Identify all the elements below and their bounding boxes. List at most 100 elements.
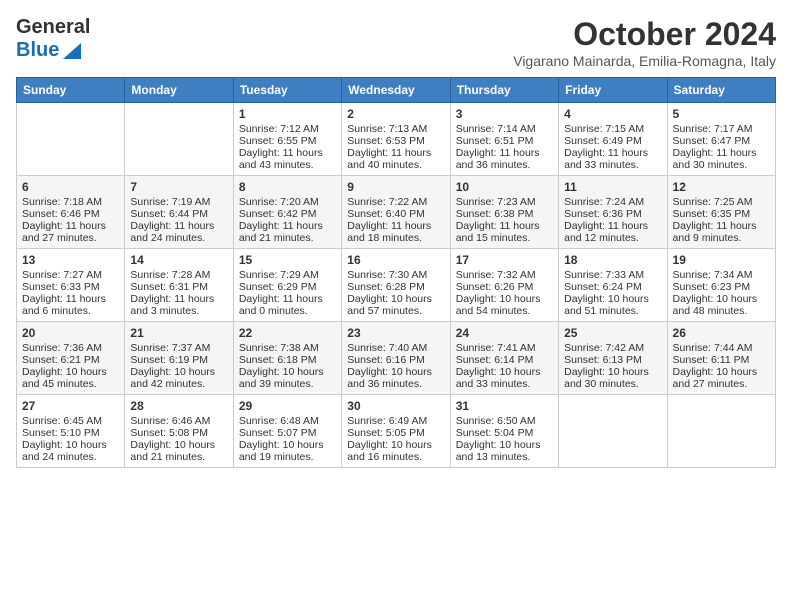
day-info: Sunrise: 7:13 AM	[347, 123, 444, 135]
page-header: General Blue October 2024 Vigarano Maina…	[16, 16, 776, 69]
day-info: Daylight: 11 hours and 15 minutes.	[456, 220, 553, 244]
day-info: Sunrise: 7:36 AM	[22, 342, 119, 354]
day-cell: 31Sunrise: 6:50 AMSunset: 5:04 PMDayligh…	[450, 395, 558, 468]
day-cell: 29Sunrise: 6:48 AMSunset: 5:07 PMDayligh…	[233, 395, 341, 468]
day-info: Sunset: 6:40 PM	[347, 208, 444, 220]
day-info: Daylight: 11 hours and 33 minutes.	[564, 147, 661, 171]
day-number: 7	[130, 180, 227, 194]
day-info: Sunrise: 6:45 AM	[22, 415, 119, 427]
day-number: 16	[347, 253, 444, 267]
day-number: 25	[564, 326, 661, 340]
day-cell: 3Sunrise: 7:14 AMSunset: 6:51 PMDaylight…	[450, 103, 558, 176]
day-cell: 8Sunrise: 7:20 AMSunset: 6:42 PMDaylight…	[233, 176, 341, 249]
day-number: 28	[130, 399, 227, 413]
header-cell-saturday: Saturday	[667, 78, 775, 103]
day-info: Daylight: 11 hours and 24 minutes.	[130, 220, 227, 244]
day-info: Sunrise: 7:17 AM	[673, 123, 770, 135]
day-info: Sunrise: 7:20 AM	[239, 196, 336, 208]
day-number: 24	[456, 326, 553, 340]
week-row-1: 1Sunrise: 7:12 AMSunset: 6:55 PMDaylight…	[17, 103, 776, 176]
day-info: Sunset: 6:11 PM	[673, 354, 770, 366]
day-info: Sunrise: 7:40 AM	[347, 342, 444, 354]
day-info: Sunset: 6:19 PM	[130, 354, 227, 366]
day-number: 12	[673, 180, 770, 194]
day-number: 17	[456, 253, 553, 267]
logo-blue: Blue	[16, 39, 59, 62]
day-info: Daylight: 11 hours and 12 minutes.	[564, 220, 661, 244]
day-info: Sunrise: 7:19 AM	[130, 196, 227, 208]
week-row-2: 6Sunrise: 7:18 AMSunset: 6:46 PMDaylight…	[17, 176, 776, 249]
day-info: Sunset: 6:28 PM	[347, 281, 444, 293]
day-info: Daylight: 10 hours and 48 minutes.	[673, 293, 770, 317]
day-cell	[125, 103, 233, 176]
day-info: Daylight: 11 hours and 27 minutes.	[22, 220, 119, 244]
header-row: SundayMondayTuesdayWednesdayThursdayFrid…	[17, 78, 776, 103]
day-info: Sunset: 6:53 PM	[347, 135, 444, 147]
day-info: Daylight: 10 hours and 13 minutes.	[456, 439, 553, 463]
day-number: 14	[130, 253, 227, 267]
day-info: Sunset: 5:08 PM	[130, 427, 227, 439]
day-info: Daylight: 11 hours and 36 minutes.	[456, 147, 553, 171]
day-info: Sunrise: 6:46 AM	[130, 415, 227, 427]
day-info: Sunrise: 7:28 AM	[130, 269, 227, 281]
day-cell	[559, 395, 667, 468]
day-info: Sunrise: 7:24 AM	[564, 196, 661, 208]
day-number: 8	[239, 180, 336, 194]
day-cell: 1Sunrise: 7:12 AMSunset: 6:55 PMDaylight…	[233, 103, 341, 176]
day-info: Sunrise: 7:12 AM	[239, 123, 336, 135]
day-number: 29	[239, 399, 336, 413]
day-info: Daylight: 11 hours and 3 minutes.	[130, 293, 227, 317]
day-info: Daylight: 11 hours and 43 minutes.	[239, 147, 336, 171]
location: Vigarano Mainarda, Emilia-Romagna, Italy	[513, 53, 776, 69]
day-number: 2	[347, 107, 444, 121]
day-info: Sunrise: 6:50 AM	[456, 415, 553, 427]
day-info: Sunrise: 7:22 AM	[347, 196, 444, 208]
day-cell: 19Sunrise: 7:34 AMSunset: 6:23 PMDayligh…	[667, 249, 775, 322]
day-info: Sunrise: 7:42 AM	[564, 342, 661, 354]
day-cell: 23Sunrise: 7:40 AMSunset: 6:16 PMDayligh…	[342, 322, 450, 395]
day-number: 19	[673, 253, 770, 267]
day-info: Sunrise: 7:18 AM	[22, 196, 119, 208]
day-number: 30	[347, 399, 444, 413]
day-cell: 18Sunrise: 7:33 AMSunset: 6:24 PMDayligh…	[559, 249, 667, 322]
day-cell: 11Sunrise: 7:24 AMSunset: 6:36 PMDayligh…	[559, 176, 667, 249]
day-info: Sunrise: 6:48 AM	[239, 415, 336, 427]
week-row-3: 13Sunrise: 7:27 AMSunset: 6:33 PMDayligh…	[17, 249, 776, 322]
day-info: Sunset: 6:26 PM	[456, 281, 553, 293]
day-info: Sunrise: 6:49 AM	[347, 415, 444, 427]
day-info: Sunset: 5:07 PM	[239, 427, 336, 439]
day-info: Daylight: 10 hours and 45 minutes.	[22, 366, 119, 390]
day-number: 20	[22, 326, 119, 340]
day-info: Daylight: 11 hours and 9 minutes.	[673, 220, 770, 244]
header-cell-friday: Friday	[559, 78, 667, 103]
day-info: Sunset: 6:33 PM	[22, 281, 119, 293]
day-number: 23	[347, 326, 444, 340]
day-info: Sunrise: 7:38 AM	[239, 342, 336, 354]
day-info: Sunrise: 7:33 AM	[564, 269, 661, 281]
day-info: Sunrise: 7:37 AM	[130, 342, 227, 354]
day-info: Daylight: 10 hours and 30 minutes.	[564, 366, 661, 390]
day-info: Sunset: 6:42 PM	[239, 208, 336, 220]
day-cell: 10Sunrise: 7:23 AMSunset: 6:38 PMDayligh…	[450, 176, 558, 249]
month-title: October 2024	[513, 16, 776, 53]
day-info: Sunset: 6:46 PM	[22, 208, 119, 220]
day-cell: 20Sunrise: 7:36 AMSunset: 6:21 PMDayligh…	[17, 322, 125, 395]
logo: General Blue	[16, 16, 92, 62]
day-info: Sunset: 5:10 PM	[22, 427, 119, 439]
header-cell-thursday: Thursday	[450, 78, 558, 103]
day-cell: 14Sunrise: 7:28 AMSunset: 6:31 PMDayligh…	[125, 249, 233, 322]
day-info: Daylight: 10 hours and 51 minutes.	[564, 293, 661, 317]
day-cell: 5Sunrise: 7:17 AMSunset: 6:47 PMDaylight…	[667, 103, 775, 176]
day-info: Daylight: 11 hours and 18 minutes.	[347, 220, 444, 244]
day-number: 11	[564, 180, 661, 194]
day-info: Sunset: 6:55 PM	[239, 135, 336, 147]
day-info: Sunrise: 7:30 AM	[347, 269, 444, 281]
day-number: 27	[22, 399, 119, 413]
day-info: Sunset: 6:49 PM	[564, 135, 661, 147]
day-info: Sunset: 6:47 PM	[673, 135, 770, 147]
day-number: 18	[564, 253, 661, 267]
day-info: Sunrise: 7:25 AM	[673, 196, 770, 208]
day-cell: 16 Sunrise: 7:30 AMSunset: 6:28 PMDayligh…	[342, 249, 450, 322]
day-info: Daylight: 10 hours and 57 minutes.	[347, 293, 444, 317]
day-cell: 2Sunrise: 7:13 AMSunset: 6:53 PMDaylight…	[342, 103, 450, 176]
